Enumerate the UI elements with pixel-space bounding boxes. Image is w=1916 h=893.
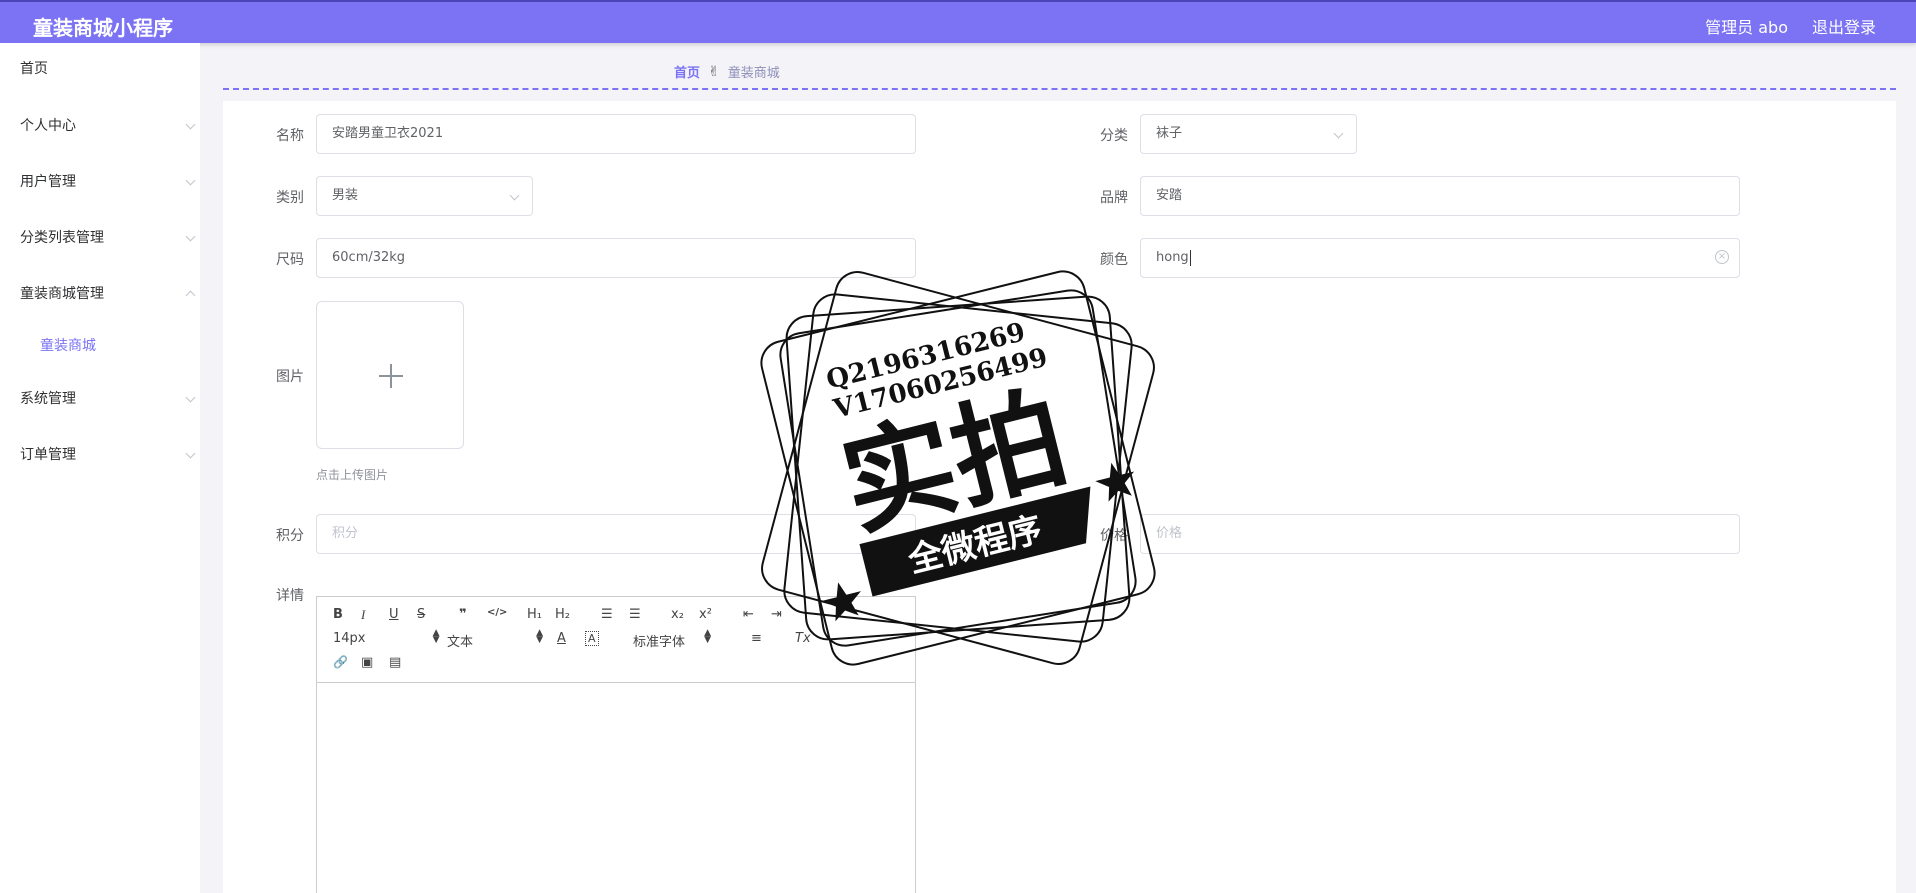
chevron-down-icon — [509, 190, 520, 201]
underline-button[interactable]: U — [389, 607, 399, 622]
price-field[interactable]: 价格 — [1140, 514, 1740, 554]
sidebar-item-home[interactable]: 首页 — [0, 51, 200, 87]
text-cursor — [1189, 249, 1191, 266]
app-title: 童装商城小程序 — [33, 16, 173, 40]
chevron-down-icon — [185, 119, 196, 130]
size-label: 尺码 — [276, 252, 304, 268]
user-area: 管理员 abo 退出登录 — [1705, 14, 1876, 38]
chevron-down-icon — [185, 231, 196, 242]
ordered-list-button[interactable]: ☰ — [601, 607, 613, 622]
category-label: 分类 — [1100, 128, 1128, 144]
font-color-button[interactable]: A — [557, 631, 566, 646]
video-button[interactable]: ▤ — [389, 655, 401, 670]
watermark-stamp: Q2196316269 V17060256499 实拍 全微程序 — [760, 270, 1156, 666]
breadcrumb-current: 童装商城 — [727, 66, 780, 81]
breadcrumb-home[interactable]: 首页 — [674, 62, 700, 81]
admin-label[interactable]: 管理员 abo — [1705, 14, 1788, 38]
select-arrows-icon: ▲ ▼ — [536, 628, 544, 645]
strike-button[interactable]: S — [417, 607, 425, 622]
sidebar-item-label: 系统管理 — [20, 391, 76, 407]
sidebar-item-users[interactable]: 用户管理 — [0, 164, 200, 200]
bullet-list-button[interactable]: ☰ — [629, 607, 641, 622]
italic-button[interactable]: I — [361, 607, 365, 623]
subscript-button[interactable]: x₂ — [671, 607, 684, 622]
logout-button[interactable]: 退出登录 — [1812, 14, 1876, 38]
select-arrows-icon: ▲ ▼ — [704, 628, 712, 645]
code-button[interactable]: </> — [487, 607, 507, 618]
chevron-down-icon — [1333, 128, 1344, 139]
editor-content-area[interactable] — [317, 684, 915, 893]
color-field[interactable]: hong × — [1140, 238, 1740, 278]
type-select[interactable]: 男装 — [316, 176, 533, 216]
image-label: 图片 — [276, 369, 304, 385]
category-value: 袜子 — [1156, 126, 1183, 141]
top-bar: 童装商城小程序 管理员 abo 退出登录 — [0, 0, 1916, 43]
sidebar-item-label: 童装商城管理 — [20, 286, 104, 302]
divider — [223, 88, 1896, 90]
header-select-value: 文本 — [447, 635, 474, 650]
hand-icon: ✌ — [708, 63, 720, 80]
bold-button[interactable]: B — [333, 607, 343, 622]
image-uploader[interactable] — [316, 301, 464, 449]
name-field[interactable]: 安踏男童卫衣2021 — [316, 114, 916, 154]
font-size-value: 14px — [333, 631, 366, 646]
breadcrumb: 首页 ✌ 童装商城 — [674, 62, 780, 82]
sidebar-item-label: 分类列表管理 — [20, 230, 104, 246]
sidebar-subitem-mall[interactable]: 童装商城 — [40, 334, 96, 358]
h2-button[interactable]: H₂ — [555, 607, 570, 622]
sidebar-item-label: 用户管理 — [20, 174, 76, 190]
plus-icon-stroke — [390, 364, 392, 388]
sidebar: 首页 个人中心 用户管理 分类列表管理 童装商城管理 童装商城 系统管理 订单管… — [0, 43, 200, 893]
link-button[interactable]: 🔗 — [333, 655, 348, 669]
sidebar-item-label: 个人中心 — [20, 118, 76, 134]
type-value: 男装 — [332, 188, 359, 203]
chevron-up-icon — [185, 290, 196, 301]
sidebar-item-profile[interactable]: 个人中心 — [0, 108, 200, 144]
h1-button[interactable]: H₁ — [527, 607, 542, 622]
chevron-down-icon — [185, 392, 196, 403]
quote-button[interactable]: ❞ — [459, 607, 467, 622]
points-label: 积分 — [276, 528, 304, 544]
sidebar-item-mall-management[interactable]: 童装商城管理 — [0, 276, 200, 312]
font-family-value: 标准字体 — [633, 635, 686, 650]
chevron-down-icon — [185, 448, 196, 459]
sidebar-item-orders[interactable]: 订单管理 — [0, 437, 200, 473]
superscript-button[interactable]: x² — [699, 607, 712, 622]
upload-tip: 点击上传图片 — [316, 468, 389, 482]
name-label: 名称 — [276, 128, 304, 144]
brand-field[interactable]: 安踏 — [1140, 176, 1740, 216]
select-arrows-icon: ▲ ▼ — [432, 628, 440, 645]
font-family-select[interactable]: 标准字体 ▲ ▼ — [633, 629, 711, 651]
sidebar-item-label: 订单管理 — [20, 447, 76, 463]
sidebar-item-label: 首页 — [20, 61, 48, 77]
type-label: 类别 — [276, 190, 304, 206]
category-select[interactable]: 袜子 — [1140, 114, 1357, 154]
background-color-button[interactable]: A — [585, 631, 599, 646]
sidebar-item-system[interactable]: 系统管理 — [0, 381, 200, 417]
chevron-down-icon — [185, 175, 196, 186]
image-button[interactable]: ▣ — [361, 655, 373, 670]
brand-label: 品牌 — [1100, 190, 1128, 206]
detail-label: 详情 — [276, 588, 304, 604]
sidebar-item-category-list[interactable]: 分类列表管理 — [0, 220, 200, 256]
header-select[interactable]: 文本 ▲ ▼ — [447, 629, 543, 651]
clear-icon[interactable]: × — [1715, 250, 1729, 264]
font-size-select[interactable]: 14px ▲ ▼ — [333, 629, 440, 647]
